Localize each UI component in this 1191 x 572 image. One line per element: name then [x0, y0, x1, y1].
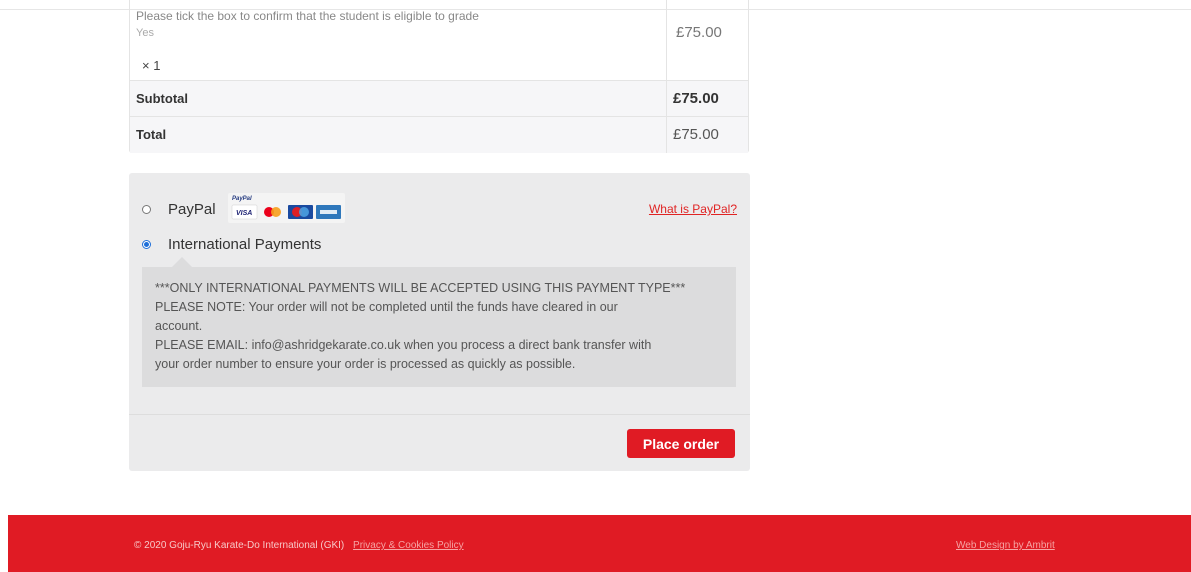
privacy-policy-link[interactable]: Privacy & Cookies Policy [353, 540, 464, 551]
item-meta-label: Please tick the box to confirm that the … [136, 9, 479, 23]
web-design-credit-link[interactable]: Web Design by Ambrit [956, 540, 1055, 551]
payment-description-line: ***ONLY INTERNATIONAL PAYMENTS WILL BE A… [155, 281, 686, 295]
item-meta-value: Yes [136, 27, 154, 39]
footer-copyright: © 2020 Goju-Ryu Karate-Do International … [134, 540, 464, 551]
item-quantity: × 1 [142, 58, 161, 73]
payment-description-line: PLEASE NOTE: Your order will not be comp… [155, 300, 618, 314]
payment-methods-panel: PayPal PayPal VISA What is PayPal? Inter… [129, 173, 750, 471]
total-row: Total £75.00 [130, 117, 748, 153]
paypal-label[interactable]: PayPal [168, 201, 216, 218]
site-footer: © 2020 Goju-Ryu Karate-Do International … [8, 515, 1191, 572]
place-order-button[interactable]: Place order [627, 429, 735, 458]
payment-method-international[interactable]: International Payments [142, 236, 321, 253]
international-label[interactable]: International Payments [168, 236, 321, 253]
payment-description-line: PLEASE EMAIL: info@ashridgekarate.co.uk … [155, 338, 652, 352]
order-item-row: Please tick the box to confirm that the … [130, 0, 748, 81]
copyright-text: © 2020 Goju-Ryu Karate-Do International … [134, 540, 345, 551]
item-price: £75.00 [676, 24, 722, 41]
payment-description-line: account. [155, 319, 203, 333]
total-label: Total [136, 127, 167, 142]
place-order-divider [129, 414, 750, 415]
subtotal-label: Subtotal [136, 91, 188, 106]
payment-description-line: your order number to ensure your order i… [155, 357, 576, 371]
total-value: £75.00 [673, 126, 719, 143]
paypal-radio[interactable] [142, 205, 151, 214]
payment-description-box: ***ONLY INTERNATIONAL PAYMENTS WILL BE A… [142, 257, 736, 387]
order-review-table: Please tick the box to confirm that the … [129, 0, 749, 153]
subtotal-row: Subtotal £75.00 [130, 81, 748, 117]
international-radio[interactable] [142, 240, 151, 249]
paypal-logo-text: PayPal [232, 196, 252, 202]
payment-method-paypal[interactable]: PayPal [142, 201, 216, 218]
visa-card-text: VISA [236, 210, 252, 217]
what-is-paypal-link[interactable]: What is PayPal? [649, 202, 737, 216]
subtotal-value: £75.00 [673, 90, 719, 107]
paypal-cards-logo: PayPal VISA [228, 193, 345, 223]
